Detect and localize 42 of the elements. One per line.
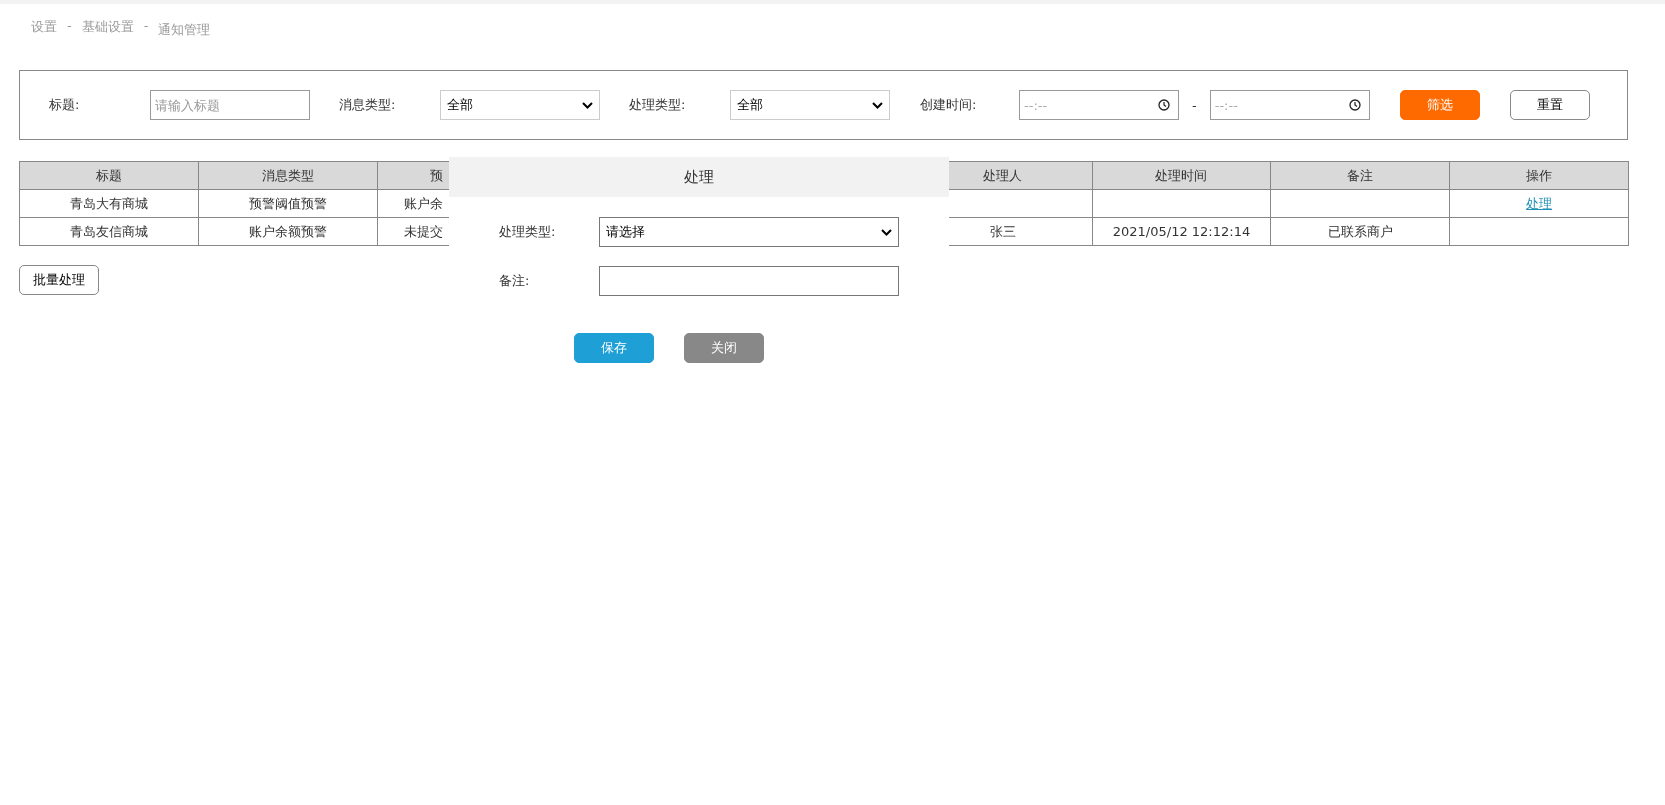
clock-icon bbox=[1348, 99, 1361, 111]
reset-button[interactable]: 重置 bbox=[1509, 90, 1590, 120]
table-cell: 预警阈值预警 bbox=[198, 189, 378, 218]
field-label: 处理类型: bbox=[629, 96, 687, 114]
field-label: 创建时间: bbox=[920, 96, 978, 114]
handle-type-select[interactable]: 请选择 bbox=[599, 217, 899, 247]
table-cell: 2021/05/12 12:12:14 bbox=[1092, 217, 1271, 246]
breadcrumb-separator: - bbox=[67, 18, 72, 35]
table-cell: 青岛大有商城 bbox=[19, 189, 199, 218]
table-cell: 已联系商户 bbox=[1270, 217, 1450, 246]
field-label: 标题: bbox=[49, 96, 81, 114]
title-input-field[interactable]: 请输入标题 bbox=[150, 90, 310, 120]
chevron-down-icon bbox=[872, 101, 883, 109]
table-cell: 青岛友信商城 bbox=[19, 217, 199, 246]
clock-icon bbox=[1158, 99, 1170, 111]
start-time-field[interactable]: --:-- bbox=[1019, 90, 1179, 120]
column-header: 处理时间 bbox=[1092, 161, 1271, 190]
column-header: 备注 bbox=[1270, 161, 1450, 190]
message-type-select[interactable]: 全部 bbox=[440, 90, 600, 120]
chevron-down-icon bbox=[582, 101, 593, 109]
handle-type-select[interactable]: 全部 bbox=[730, 90, 890, 120]
field-label: 处理类型: bbox=[499, 223, 557, 241]
chevron-down-icon bbox=[881, 228, 892, 236]
breadcrumb-item[interactable]: 基础设置 bbox=[81, 18, 134, 44]
field-label: 备注: bbox=[499, 272, 531, 290]
breadcrumb-separator: - bbox=[143, 18, 149, 35]
breadcrumb-item[interactable]: 通知管理 bbox=[158, 21, 211, 44]
filter-button[interactable]: 筛选 bbox=[1399, 90, 1480, 120]
save-button[interactable]: 保存 bbox=[574, 333, 654, 363]
field-label: 消息类型: bbox=[339, 96, 397, 114]
breadcrumb-item[interactable]: 设置 bbox=[31, 18, 57, 44]
close-button[interactable]: 关闭 bbox=[684, 333, 764, 363]
handle-link[interactable]: 处理 bbox=[1526, 195, 1553, 211]
end-time-field[interactable]: --:-- bbox=[1209, 90, 1370, 120]
dialog-title: 处理 bbox=[449, 157, 949, 197]
column-header: 消息类型 bbox=[198, 161, 378, 190]
column-header: 操作 bbox=[1449, 161, 1629, 190]
table-cell: 账户余额预警 bbox=[198, 217, 378, 246]
batch-process-button[interactable]: 批量处理 bbox=[19, 265, 99, 295]
range-separator: - bbox=[1192, 97, 1197, 113]
column-header: 标题 bbox=[19, 161, 199, 190]
remark-input-field[interactable] bbox=[599, 266, 899, 296]
